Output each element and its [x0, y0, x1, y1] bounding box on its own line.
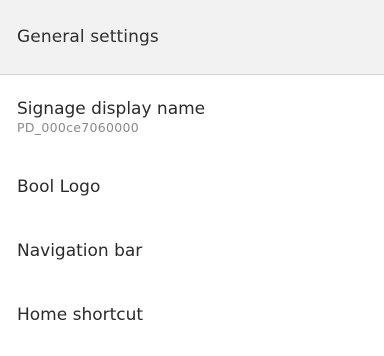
settings-header: General settings	[0, 0, 384, 75]
list-item-home-shortcut[interactable]: Home shortcut	[0, 283, 384, 347]
settings-list: Signage display name PD_000ce7060000 Boo…	[0, 75, 384, 347]
list-item-boot-logo[interactable]: Bool Logo	[0, 155, 384, 219]
settings-screen: General settings Signage display name PD…	[0, 0, 384, 356]
list-item-signage-display-name[interactable]: Signage display name PD_000ce7060000	[0, 75, 384, 155]
list-item-subtitle: PD_000ce7060000	[17, 120, 140, 135]
page-title: General settings	[17, 27, 159, 47]
list-item-title: Home shortcut	[17, 305, 144, 325]
list-item-title: Navigation bar	[17, 241, 143, 261]
list-item-title: Signage display name	[17, 99, 206, 119]
list-item-title: Bool Logo	[17, 177, 101, 197]
list-item-navigation-bar[interactable]: Navigation bar	[0, 219, 384, 283]
